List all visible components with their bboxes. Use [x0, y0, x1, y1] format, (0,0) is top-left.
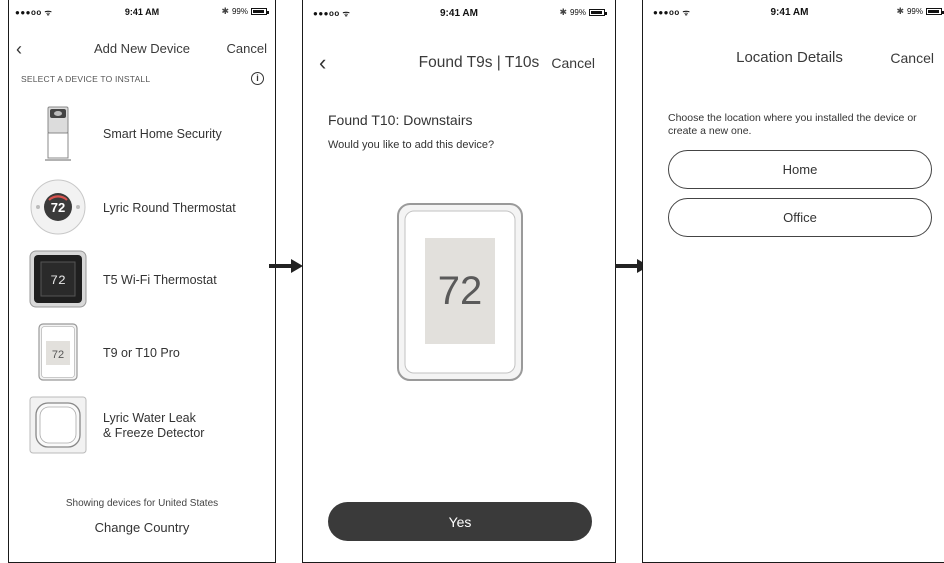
country-footer: Showing devices for United States: [65, 498, 219, 509]
found-device-screen: ●●●oo ᯤ 9:41 AM ✱ 99% ‹ Found T9s | T10s…: [302, 0, 616, 563]
device-item-smart-home-security[interactable]: Smart Home Security: [9, 100, 275, 168]
location-details-screen: ●●●oo ᯤ 9:41 AM ✱ 99% Location Details C…: [642, 0, 944, 563]
device-item-t9-t10-pro[interactable]: 72 T9 or T10 Pro: [9, 319, 275, 387]
thermostat-temp-readout: 72: [438, 269, 483, 313]
device-label: T9 or T10 Pro: [103, 345, 180, 360]
device-label: Lyric Round Thermostat: [103, 200, 236, 215]
device-label-line2: & Freeze Detector: [103, 426, 205, 440]
chevron-left-icon: ‹: [319, 50, 327, 75]
yes-button[interactable]: Yes: [328, 502, 592, 541]
bluetooth-icon: ✱: [221, 6, 229, 16]
found-device-question: Would you like to add this device?: [328, 139, 495, 151]
nav-bar: ‹ Found T9s | T10s Cancel: [303, 48, 615, 78]
device-item-lyric-round-thermostat[interactable]: 72 Lyric Round Thermostat: [9, 174, 275, 242]
round-thermostat-temp: 72: [51, 200, 65, 215]
location-option-office[interactable]: Office: [668, 198, 932, 237]
battery-icon: [926, 8, 944, 15]
nav-bar: ‹ Add New Device Cancel: [9, 34, 275, 64]
back-button[interactable]: ‹: [319, 48, 326, 78]
t5-thermostat-temp: 72: [50, 273, 66, 288]
cancel-button[interactable]: Cancel: [551, 48, 595, 78]
section-label: SELECT A DEVICE TO INSTALL: [21, 74, 151, 84]
battery-icon: [589, 9, 607, 16]
bluetooth-icon: ✱: [559, 7, 567, 17]
bluetooth-icon: ✱: [896, 6, 904, 16]
device-label: Lyric Water Leak: [103, 411, 196, 425]
round-thermostat-icon: 72: [30, 179, 86, 235]
battery-percent: 99%: [231, 7, 248, 16]
t9-thermostat-icon: 72: [38, 323, 78, 381]
thermostat-preview-icon: 72: [397, 203, 523, 381]
status-bar: ●●●oo ᯤ 9:41 AM ✱ 99%: [303, 0, 615, 22]
battery-percent: 99%: [569, 8, 586, 17]
location-instruction: Choose the location where you installed …: [668, 112, 917, 138]
cancel-button[interactable]: Cancel: [227, 34, 267, 64]
add-new-device-screen: ●●●oo ᯤ 9:41 AM ✱ 99% ‹ Add New Device C…: [8, 0, 276, 563]
device-item-t5-wifi-thermostat[interactable]: 72 T5 Wi-Fi Thermostat: [9, 246, 275, 314]
t9-thermostat-temp: 72: [52, 349, 64, 361]
status-bar: ●●●oo ᯤ 9:41 AM ✱ 99%: [643, 0, 944, 22]
device-label: T5 Wi-Fi Thermostat: [103, 272, 217, 287]
device-item-water-leak-detector[interactable]: Lyric Water Leak & Freeze Detector: [9, 392, 275, 460]
change-country-link[interactable]: Change Country: [9, 520, 275, 535]
nav-bar: Location Details Cancel: [643, 43, 944, 73]
security-camera-icon: [45, 106, 71, 161]
arrow-right-icon: [269, 259, 303, 273]
found-device-title: Found T10: Downstairs: [328, 112, 473, 128]
location-option-home[interactable]: Home: [668, 150, 932, 189]
cancel-button[interactable]: Cancel: [890, 43, 934, 73]
battery-percent: 99%: [906, 7, 923, 16]
info-icon[interactable]: i: [251, 72, 264, 85]
status-bar: ●●●oo ᯤ 9:41 AM ✱ 99%: [9, 0, 275, 22]
battery-icon: [251, 8, 269, 15]
t5-thermostat-icon: 72: [29, 250, 87, 308]
device-label: Smart Home Security: [103, 126, 222, 141]
water-leak-detector-icon: [29, 396, 87, 454]
